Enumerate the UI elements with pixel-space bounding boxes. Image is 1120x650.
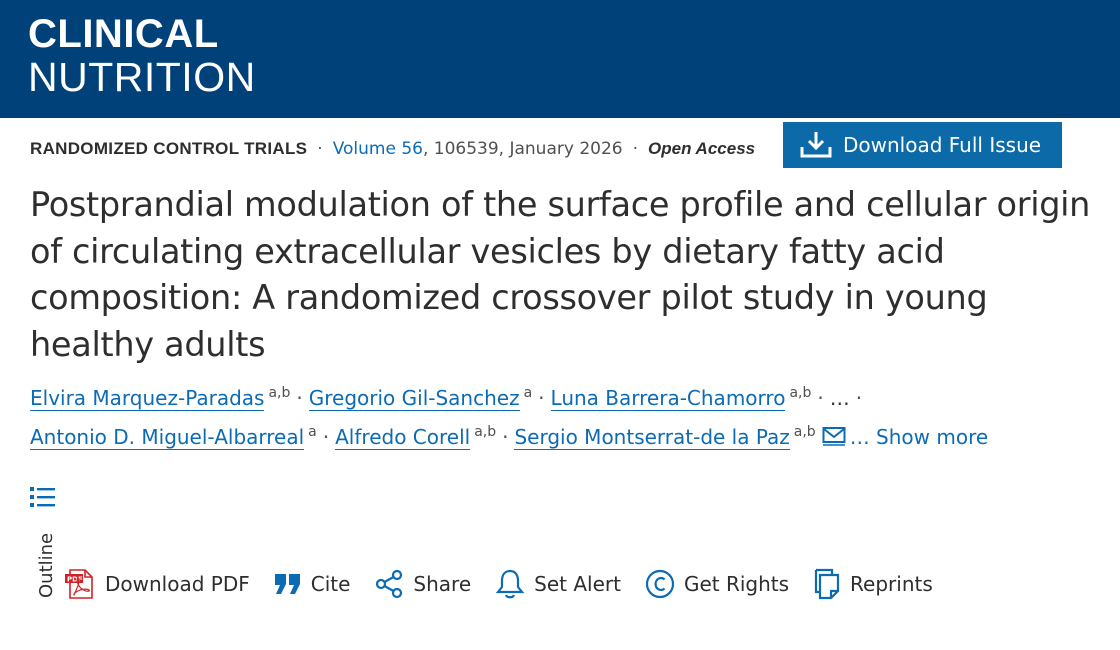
author-line-2: Antonio D. Miguel-Albarreal a · Alfredo Cor… xyxy=(30,419,1090,458)
outline-label: Outline xyxy=(36,532,57,598)
author-link[interactable]: Luna Barrera-Chamorro xyxy=(550,386,786,411)
svg-text:PDF: PDF xyxy=(67,576,83,584)
article-type: RANDOMIZED CONTROL TRIALS xyxy=(30,139,308,158)
download-pdf-button[interactable]: PDF Download PDF xyxy=(64,568,250,600)
reprints-icon xyxy=(814,568,840,600)
author-separator: · xyxy=(817,386,824,410)
set-alert-label: Set Alert xyxy=(534,572,621,596)
cite-button[interactable]: Cite xyxy=(274,572,351,596)
share-button[interactable]: Share xyxy=(374,569,471,599)
article-title: Postprandial modulation of the surface p… xyxy=(30,185,1091,364)
author-link[interactable]: Elvira Marquez-Paradas xyxy=(30,386,265,411)
outline-toggle[interactable]: Outline xyxy=(28,480,58,610)
author-link[interactable]: Alfredo Corell xyxy=(335,425,471,450)
author-affiliation: a,b xyxy=(268,385,291,401)
meta-separator: · xyxy=(632,139,639,159)
publication-info: , 106539, January 2026 xyxy=(422,139,623,159)
pdf-icon: PDF xyxy=(65,569,93,599)
download-full-issue-button[interactable]: Download Full Issue xyxy=(783,122,1062,168)
meta-separator: · xyxy=(317,139,323,159)
download-full-issue-label: Download Full Issue xyxy=(843,133,1042,157)
journal-logo-line1: CLINICAL xyxy=(28,12,219,56)
quote-icon xyxy=(274,574,300,594)
cite-label: Cite xyxy=(310,572,351,596)
author-link[interactable]: Gregorio Gil-Sanchez xyxy=(308,386,520,411)
author-affiliation: a,b xyxy=(474,424,497,440)
get-rights-button[interactable]: Get Rights xyxy=(645,569,789,599)
volume-link[interactable]: Volume 56 xyxy=(333,139,423,159)
journal-logo-line2: NUTRITION xyxy=(28,54,256,100)
author-separator: · xyxy=(296,386,303,410)
download-icon xyxy=(800,132,832,158)
author-link[interactable]: Sergio Montserrat-de la Paz xyxy=(514,425,790,450)
article-meta: RANDOMIZED CONTROL TRIALS · Volume 56 , … xyxy=(30,138,755,160)
article-toolbar: PDF Download PDF Cite Share Set Alert Ge… xyxy=(64,566,957,602)
show-more-authors[interactable]: … Show more xyxy=(850,425,989,449)
copyright-icon xyxy=(645,569,675,599)
reprints-button[interactable]: Reprints xyxy=(813,568,933,600)
bell-icon xyxy=(495,569,525,599)
journal-masthead: CLINICAL NUTRITION xyxy=(0,0,1120,118)
journal-logo[interactable]: CLINICAL NUTRITION xyxy=(28,14,256,98)
author-affiliation: a xyxy=(523,385,533,401)
author-separator: · xyxy=(322,425,330,449)
author-line-1: Elvira Marquez-Paradas a,b · Gregorio Gil-S… xyxy=(30,380,1090,419)
authors-ellipsis: … xyxy=(829,386,850,410)
author-separator: · xyxy=(502,425,509,449)
author-affiliation: a,b xyxy=(793,424,816,440)
envelope-icon[interactable] xyxy=(822,421,846,457)
reprints-label: Reprints xyxy=(850,572,933,596)
get-rights-label: Get Rights xyxy=(683,572,790,596)
author-affiliation: a,b xyxy=(789,385,812,401)
open-access-label: Open Access xyxy=(648,139,756,158)
author-list: Elvira Marquez-Paradas a,b · Gregorio Gil-S… xyxy=(30,380,1090,458)
author-affiliation: a xyxy=(308,424,317,440)
share-label: Share xyxy=(413,572,472,596)
author-separator: · xyxy=(855,386,863,410)
share-icon xyxy=(376,569,403,599)
download-pdf-label: Download PDF xyxy=(105,572,250,596)
set-alert-button[interactable]: Set Alert xyxy=(495,568,621,600)
author-separator: · xyxy=(538,386,545,410)
author-link[interactable]: Antonio D. Miguel-Albarreal xyxy=(30,425,305,450)
list-icon xyxy=(30,487,55,507)
